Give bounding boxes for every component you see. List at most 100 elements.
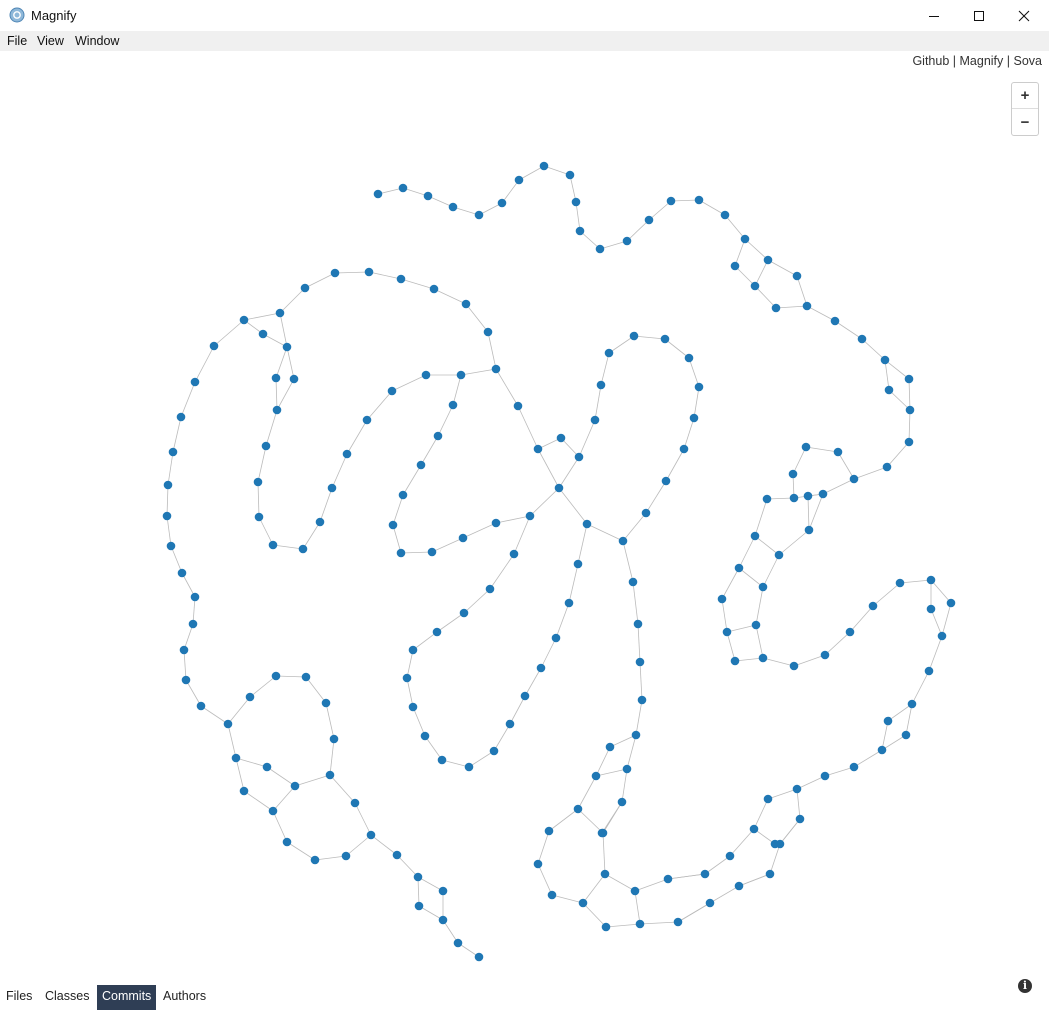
commit-node[interactable] [489,746,499,756]
commit-node[interactable] [762,494,772,504]
commit-node[interactable] [315,517,325,527]
commit-node[interactable] [946,598,956,608]
commit-node[interactable] [310,855,320,865]
commit-node[interactable] [392,850,402,860]
commit-node[interactable] [448,400,458,410]
commit-node[interactable] [574,452,584,462]
commit-node[interactable] [258,329,268,339]
commit-node[interactable] [544,826,554,836]
commit-node[interactable] [396,548,406,558]
commit-node[interactable] [684,353,694,363]
commit-node[interactable] [196,701,206,711]
commit-node[interactable] [857,334,867,344]
commit-node[interactable] [253,477,263,487]
commit-node[interactable] [666,196,676,206]
commit-node[interactable] [820,650,830,660]
commit-node[interactable] [350,798,360,808]
commit-node[interactable] [880,355,890,365]
commit-node[interactable] [268,806,278,816]
commit-node[interactable] [181,675,191,685]
commit-node[interactable] [679,444,689,454]
commit-node[interactable] [631,730,641,740]
commit-node[interactable] [166,541,176,551]
commit-node[interactable] [505,719,515,729]
commit-node[interactable] [261,441,271,451]
commit-node[interactable] [491,364,501,374]
commit-node[interactable] [774,550,784,560]
commit-node[interactable] [408,702,418,712]
commit-node[interactable] [254,512,264,522]
commit-node[interactable] [301,672,311,682]
commit-node[interactable] [637,695,647,705]
commit-node[interactable] [362,415,372,425]
commit-node[interactable] [282,837,292,847]
commit-node[interactable] [239,315,249,325]
commit-node[interactable] [402,673,412,683]
commit-node[interactable] [275,308,285,318]
commit-node[interactable] [271,373,281,383]
commit-node[interactable] [327,483,337,493]
commit-node[interactable] [789,661,799,671]
commit-node[interactable] [905,405,915,415]
commit-node[interactable] [734,563,744,573]
commit-node[interactable] [622,236,632,246]
info-icon[interactable]: i [1018,979,1032,993]
commit-node[interactable] [176,412,186,422]
commit-node[interactable] [536,663,546,673]
commit-node[interactable] [282,342,292,352]
commit-node[interactable] [635,919,645,929]
menu-window[interactable]: Window [75,34,119,48]
commit-node[interactable] [533,444,543,454]
commit-node[interactable] [341,851,351,861]
commit-node[interactable] [720,210,730,220]
commit-node[interactable] [429,284,439,294]
commit-node[interactable] [641,508,651,518]
commit-node[interactable] [750,531,760,541]
commit-node[interactable] [525,511,535,521]
commit-node[interactable] [694,382,704,392]
tab-classes[interactable]: Classes [40,985,94,1010]
commit-node[interactable] [802,301,812,311]
tab-files[interactable]: Files [1,985,37,1010]
commit-node[interactable] [325,770,335,780]
commit-node[interactable] [617,797,627,807]
commit-node[interactable] [289,374,299,384]
commit-node[interactable] [396,274,406,284]
commit-node[interactable] [571,197,581,207]
commit-node[interactable] [556,433,566,443]
commit-node[interactable] [366,830,376,840]
commit-node[interactable] [245,692,255,702]
commit-node[interactable] [595,244,605,254]
commit-node[interactable] [398,183,408,193]
commit-node[interactable] [342,449,352,459]
commit-node[interactable] [907,699,917,709]
commit-node[interactable] [849,474,859,484]
commit-node[interactable] [630,886,640,896]
commit-node[interactable] [364,267,374,277]
commit-node[interactable] [564,598,574,608]
commit-node[interactable] [596,380,606,390]
commit-node[interactable] [421,370,431,380]
commit-node[interactable] [420,731,430,741]
commit-node[interactable] [474,210,484,220]
commit-node[interactable] [413,872,423,882]
commit-node[interactable] [751,620,761,630]
commit-node[interactable] [926,604,936,614]
commit-node[interactable] [904,374,914,384]
commit-node[interactable] [792,784,802,794]
commit-node[interactable] [689,413,699,423]
commit-node[interactable] [223,719,233,729]
commit-node[interactable] [734,881,744,891]
commit-node[interactable] [423,191,433,201]
commit-node[interactable] [163,480,173,490]
commit-node[interactable] [830,316,840,326]
commit-node[interactable] [937,631,947,641]
commit-node[interactable] [453,938,463,948]
commit-node[interactable] [597,828,607,838]
commit-node[interactable] [803,491,813,501]
commit-node[interactable] [262,762,272,772]
commit-node[interactable] [520,691,530,701]
commit-node[interactable] [600,869,610,879]
commit-node[interactable] [725,851,735,861]
commit-node[interactable] [268,540,278,550]
